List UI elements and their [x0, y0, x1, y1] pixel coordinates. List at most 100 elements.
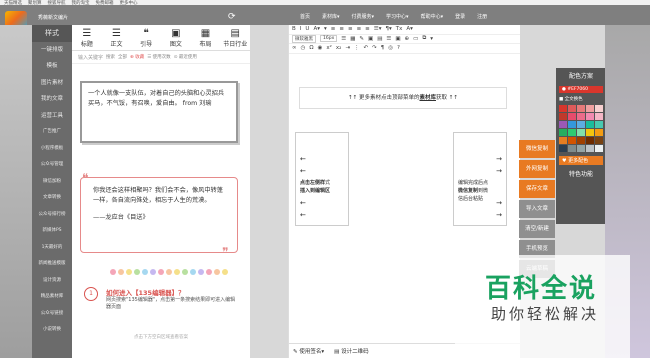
- sidebar-item[interactable]: 样式: [32, 25, 72, 42]
- action-button[interactable]: 保存文章: [519, 180, 555, 198]
- tool-quote[interactable]: ❝ 引导: [131, 25, 161, 50]
- sidebar-item[interactable]: 小说转换: [32, 322, 72, 339]
- toolbar-button[interactable]: ▾: [430, 36, 433, 42]
- color-swatch[interactable]: [568, 121, 576, 128]
- toolbar-button[interactable]: ≡: [331, 26, 336, 32]
- color-swatch[interactable]: [559, 145, 567, 152]
- sidebar-item[interactable]: 新闻推送模版: [32, 256, 72, 273]
- color-swatch[interactable]: [568, 129, 576, 136]
- color-swatch[interactable]: [559, 121, 567, 128]
- nav-item[interactable]: 登录: [455, 13, 465, 20]
- toolbar-button[interactable]: ¶: [381, 45, 385, 51]
- toolbar-button[interactable]: ▤: [377, 36, 382, 42]
- color-swatch[interactable]: [586, 137, 594, 144]
- sidebar-item[interactable]: 广告推广: [32, 124, 72, 141]
- color-swatch[interactable]: [577, 105, 585, 112]
- toolbar-button[interactable]: A▾: [406, 26, 413, 32]
- color-swatch[interactable]: [595, 105, 603, 112]
- toolbar-button[interactable]: ✎: [359, 36, 364, 42]
- tool-holiday[interactable]: ▤ 节日行业: [220, 25, 250, 50]
- toolbar-button[interactable]: ☰: [386, 36, 391, 42]
- hint-link[interactable]: 素材库: [419, 95, 436, 101]
- toolbar-button[interactable]: ◉: [318, 45, 323, 51]
- sidebar-item[interactable]: 运营工具: [32, 108, 72, 125]
- toolbar-button[interactable]: 16px: [320, 35, 338, 43]
- color-swatch[interactable]: [568, 105, 576, 112]
- sidebar-item[interactable]: 一键排版: [32, 42, 72, 59]
- toolbar-button[interactable]: ¶▾: [385, 26, 391, 32]
- sidebar-item[interactable]: 公众号排行榜: [32, 207, 72, 224]
- toolbar-button[interactable]: I: [300, 26, 302, 32]
- toolbar-button[interactable]: ≡: [348, 26, 353, 32]
- toolbar-button[interactable]: 微软雅黑: [292, 34, 316, 43]
- color-swatch[interactable]: [568, 137, 576, 144]
- tool-image[interactable]: ▣ 图文: [161, 25, 191, 50]
- sidebar-item[interactable]: 模板: [32, 58, 72, 75]
- toolbar-button[interactable]: ∞: [292, 45, 297, 51]
- toolbar-button[interactable]: Tx: [396, 26, 403, 32]
- color-swatch[interactable]: [595, 145, 603, 152]
- sidebar-item[interactable]: 新媒体PS: [32, 223, 72, 240]
- style-card-quote[interactable]: 一个人就像一支队伍，对着自己的头脑和心灵招兵买马，不气馁，有召唤，爱自由。 fr…: [80, 81, 238, 143]
- more-colors-button[interactable]: ♥ 更多配色: [559, 156, 603, 165]
- sidebar-item[interactable]: 公众号链接: [32, 306, 72, 323]
- recolor-all-toggle[interactable]: ■ 全文换色: [559, 96, 603, 102]
- action-button[interactable]: 导入文章: [519, 200, 555, 218]
- toolbar-button[interactable]: ◷: [301, 45, 306, 51]
- filter-favorite[interactable]: ⊕ 收藏: [130, 54, 144, 60]
- tool-layout[interactable]: ▦ 布局: [191, 25, 221, 50]
- sidebar-item[interactable]: 我的文章: [32, 91, 72, 108]
- toolbar-button[interactable]: ☰▾: [374, 26, 382, 32]
- color-swatch[interactable]: [586, 145, 594, 152]
- toolbar-button[interactable]: x²: [326, 45, 331, 51]
- toolbar-button[interactable]: U: [305, 26, 309, 32]
- toolbar-button[interactable]: ↶: [363, 45, 368, 51]
- color-swatch[interactable]: [577, 121, 585, 128]
- toolbar-button[interactable]: ⊕: [405, 36, 410, 42]
- color-swatch[interactable]: [559, 137, 567, 144]
- nav-item[interactable]: 帮助中心▾: [421, 13, 444, 20]
- tool-text[interactable]: ☰ 正文: [102, 25, 132, 50]
- color-swatch[interactable]: [568, 113, 576, 120]
- color-swatch[interactable]: [595, 129, 603, 136]
- toolbar-button[interactable]: ▦: [350, 36, 355, 42]
- sidebar-item[interactable]: 文章转换: [32, 190, 72, 207]
- color-swatch[interactable]: [586, 113, 594, 120]
- nav-item[interactable]: 素材库▾: [322, 13, 340, 20]
- color-swatch[interactable]: [559, 129, 567, 136]
- search-button[interactable]: 搜索: [106, 54, 115, 60]
- toolbar-button[interactable]: ⧉: [422, 35, 426, 42]
- sidebar-item[interactable]: 1天最好的: [32, 240, 72, 257]
- sidebar-item[interactable]: 小程序模板: [32, 141, 72, 158]
- toolbar-button[interactable]: ↷: [372, 45, 377, 51]
- toolbar-button[interactable]: ≡: [339, 26, 344, 32]
- color-swatch[interactable]: [577, 145, 585, 152]
- filter-recent[interactable]: ⊙ 最近使用: [174, 54, 197, 60]
- toolbar-button[interactable]: ◎: [388, 45, 393, 51]
- filter-usage[interactable]: ☰ 使用次数: [147, 54, 170, 60]
- toolbar-button[interactable]: ⇥: [345, 45, 350, 51]
- color-swatch[interactable]: [577, 129, 585, 136]
- toolbar-button[interactable]: ☰: [341, 36, 346, 42]
- style-card-poem[interactable]: 你我还会这样相聚吗？我们会不会，像风中转蓬一样，各自流向殊处，相忘于人生的荒漠。…: [80, 177, 238, 253]
- toolbar-button[interactable]: Ω: [309, 45, 313, 51]
- color-swatch[interactable]: [586, 105, 594, 112]
- toolbar-button[interactable]: ▣: [368, 36, 373, 42]
- action-button[interactable]: 清空/新建: [519, 220, 555, 238]
- search-input[interactable]: 输入关键字: [78, 54, 103, 61]
- color-swatch[interactable]: [559, 105, 567, 112]
- nav-item[interactable]: 首页: [300, 13, 310, 20]
- color-swatch[interactable]: [568, 145, 576, 152]
- sidebar-item[interactable]: 精品素材库: [32, 289, 72, 306]
- sidebar-item[interactable]: 公众号管理: [32, 157, 72, 174]
- action-button[interactable]: 外网复制: [519, 160, 555, 178]
- toolbar-button[interactable]: B: [292, 26, 296, 32]
- action-button[interactable]: 微信复制: [519, 140, 555, 158]
- nav-item[interactable]: 注册: [477, 13, 487, 20]
- toolbar-button[interactable]: ▣: [395, 36, 400, 42]
- color-swatch[interactable]: [559, 113, 567, 120]
- toolbar-button[interactable]: ⋮: [354, 45, 360, 51]
- nav-item[interactable]: 学习中心▾: [386, 13, 409, 20]
- refresh-icon[interactable]: ⟳: [228, 12, 236, 22]
- toolbar-button[interactable]: A▾: [313, 26, 320, 32]
